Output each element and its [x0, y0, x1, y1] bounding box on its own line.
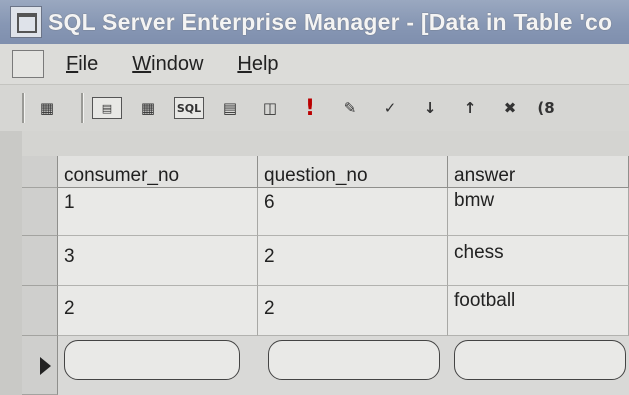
column-header-consumer-no[interactable]: consumer_no — [58, 156, 258, 188]
new-row-cell-answer[interactable] — [454, 340, 626, 380]
corner-header[interactable] — [22, 156, 58, 188]
table-cell[interactable]: bmw — [448, 188, 629, 236]
document-icon[interactable] — [12, 50, 44, 78]
toolbar-overflow: (8 — [537, 99, 555, 117]
show-results-icon[interactable]: ▤ — [216, 95, 244, 121]
properties-icon[interactable]: ▦ — [33, 95, 61, 121]
change-query-type-icon[interactable]: ◫ — [256, 95, 284, 121]
grid-top-strip — [0, 131, 629, 156]
toolbar-separator — [81, 93, 84, 123]
run-icon[interactable]: ! — [296, 95, 324, 121]
table-cell[interactable]: 2 — [258, 236, 448, 286]
table-cell[interactable]: 6 — [258, 188, 448, 236]
verify-sql-icon[interactable]: ✎ — [336, 95, 364, 121]
column-header-answer[interactable]: answer — [448, 156, 629, 188]
table-cell[interactable]: 1 — [58, 188, 258, 236]
check-icon[interactable]: ✓ — [376, 95, 404, 121]
row-selector[interactable] — [22, 188, 58, 236]
toolbar-separator — [22, 93, 25, 123]
menu-file[interactable]: File — [66, 53, 98, 76]
show-diagram-icon[interactable]: ▤ — [92, 97, 122, 119]
column-header-question-no[interactable]: question_no — [258, 156, 448, 188]
menu-help[interactable]: Help — [237, 53, 278, 76]
row-selector[interactable] — [22, 236, 58, 286]
new-row-cell-consumer-no[interactable] — [64, 340, 240, 380]
sort-descending-icon[interactable]: ↑ — [456, 95, 484, 121]
sql-icon[interactable]: SQL — [174, 97, 204, 119]
app-icon[interactable] — [10, 6, 42, 38]
title-bar: SQL Server Enterprise Manager - [Data in… — [0, 0, 629, 44]
table-cell[interactable]: 3 — [58, 236, 258, 286]
sort-ascending-icon[interactable]: ↓ — [416, 95, 444, 121]
row-selector[interactable] — [22, 286, 58, 336]
toolbar: ▦ ▤ ▦ SQL ▤ ◫ ! ✎ ✓ ↓ ↑ ✖ (8 — [0, 85, 629, 131]
current-row-arrow-icon — [40, 357, 51, 375]
table-cell[interactable]: football — [448, 286, 629, 336]
menu-window[interactable]: Window — [132, 53, 203, 76]
remove-filter-icon[interactable]: ✖ — [496, 95, 524, 121]
show-grid-icon[interactable]: ▦ — [134, 95, 162, 121]
table-cell[interactable]: 2 — [258, 286, 448, 336]
table-cell[interactable]: 2 — [58, 286, 258, 336]
menu-bar: File Window Help — [0, 44, 629, 85]
grid-left-edge — [0, 131, 22, 395]
window-title: SQL Server Enterprise Manager - [Data in… — [48, 8, 613, 35]
table-cell[interactable]: chess — [448, 236, 629, 286]
new-row-cell-question-no[interactable] — [268, 340, 440, 380]
